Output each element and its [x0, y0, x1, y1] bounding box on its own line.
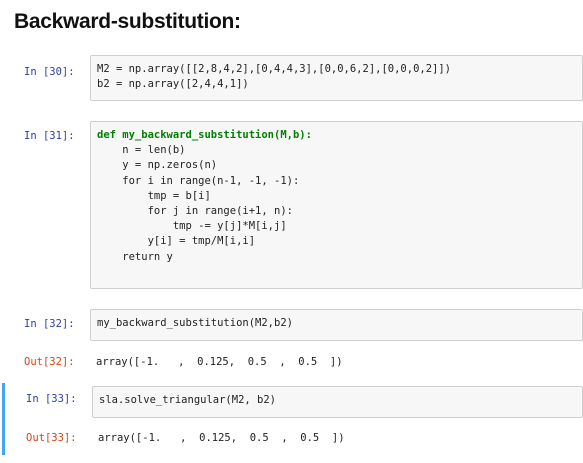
- code-line: return y: [97, 250, 173, 263]
- code-line: for j in range(i+1, n):: [97, 205, 293, 218]
- out-prompt: Out[33]:: [26, 432, 77, 444]
- code-line: tmp -= y[j]*M[i,j]: [97, 220, 287, 233]
- code-line: y[i] = tmp/M[i,i]: [97, 235, 256, 248]
- in-prompt: In [30]:: [24, 66, 75, 78]
- code-text: my_backward_substitution(M2,b2): [91, 310, 582, 337]
- code-cell-30[interactable]: In [30]: M2 = np.array([[2,8,4,2],[0,4,4…: [0, 55, 583, 101]
- code-cell-31[interactable]: In [31]: def my_backward_substitution(M,…: [0, 121, 583, 291]
- code-line: tmp = b[i]: [97, 189, 211, 202]
- code-input[interactable]: M2 = np.array([[2,8,4,2],[0,4,4,3],[0,0,…: [90, 55, 583, 101]
- code-line: def my_backward_substitution(M,b):: [97, 129, 312, 141]
- out-prompt: Out[32]:: [24, 356, 75, 368]
- code-input[interactable]: def my_backward_substitution(M,b): n = l…: [90, 121, 583, 289]
- code-line: M2 = np.array([[2,8,4,2],[0,4,4,3],[0,0,…: [97, 63, 452, 75]
- in-prompt: In [31]:: [24, 130, 75, 142]
- code-text: M2 = np.array([[2,8,4,2],[0,4,4,3],[0,0,…: [91, 56, 582, 98]
- code-cell-32[interactable]: In [32]: my_backward_substitution(M2,b2)…: [0, 309, 583, 377]
- output-text: array([-1. , 0.125, 0.5 , 0.5 ]): [98, 432, 345, 444]
- in-prompt: In [32]:: [24, 318, 75, 330]
- code-line: y = np.zeros(n): [97, 159, 218, 172]
- code-line: sla.solve_triangular(M2, b2): [99, 394, 277, 406]
- in-prompt: In [33]:: [26, 393, 77, 405]
- code-line: for i in range(n-1, -1, -1):: [97, 174, 300, 187]
- code-line: my_backward_substitution(M2,b2): [97, 317, 293, 329]
- code-line: b2 = np.array([2,4,4,1]): [97, 78, 249, 91]
- output-text: array([-1. , 0.125, 0.5 , 0.5 ]): [96, 356, 343, 368]
- section-heading: Backward-substitution:: [14, 10, 241, 33]
- code-text: def my_backward_substitution(M,b): n = l…: [91, 122, 582, 271]
- code-line: n = len(b): [97, 144, 186, 157]
- code-text: sla.solve_triangular(M2, b2): [93, 387, 582, 414]
- code-input[interactable]: my_backward_substitution(M2,b2): [90, 309, 583, 341]
- code-cell-33[interactable]: In [33]: sla.solve_triangular(M2, b2) Ou…: [2, 383, 583, 455]
- code-input[interactable]: sla.solve_triangular(M2, b2): [92, 386, 583, 418]
